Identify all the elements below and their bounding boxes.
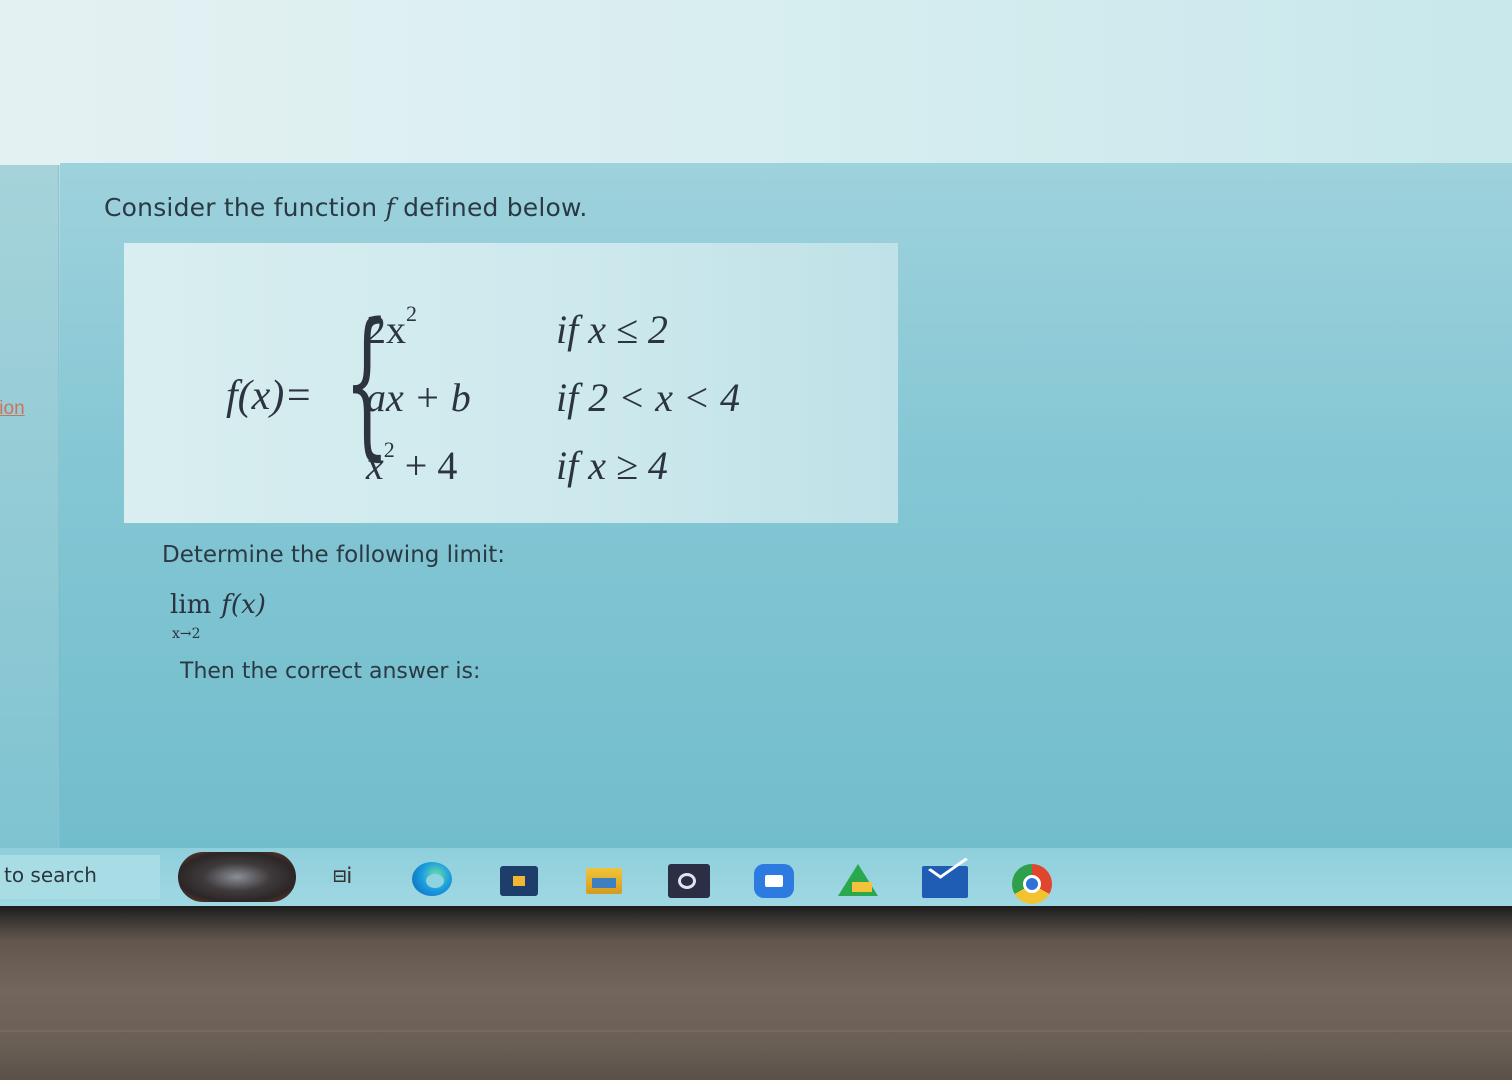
case-3-condition: if x ≥ 4 xyxy=(556,443,668,488)
case-2-expression: ax + b xyxy=(366,375,471,420)
case-1-condition: if x ≤ 2 xyxy=(556,307,668,352)
sidebar-link[interactable]: tion xyxy=(0,398,25,420)
monitor-bezel xyxy=(0,906,1512,1080)
drive-icon[interactable] xyxy=(838,864,878,896)
chrome-icon[interactable] xyxy=(1012,864,1052,904)
store-icon[interactable] xyxy=(500,866,538,896)
top-glare xyxy=(0,0,1512,165)
zoom-icon[interactable] xyxy=(754,864,794,898)
case-1-expression: 2x2 xyxy=(366,300,417,353)
case-3-expression: x2 + 4 xyxy=(366,436,458,489)
intro-function-var: f xyxy=(385,193,395,222)
intro-before: Consider the function xyxy=(104,193,386,222)
taskbar-search-text[interactable]: to search xyxy=(4,863,97,887)
file-explorer-icon[interactable] xyxy=(586,868,622,894)
task-view-icon[interactable]: ⊟ⅰ xyxy=(333,866,359,888)
function-label: f(x)= xyxy=(226,373,313,419)
answer-prompt: Then the correct answer is: xyxy=(180,659,481,684)
screen: tion Consider the function f defined bel… xyxy=(0,0,1512,915)
bezel-edge xyxy=(0,1030,1512,1032)
limit-expression: lim f(x) x→2 xyxy=(170,590,266,642)
app-icon[interactable] xyxy=(668,864,710,898)
determine-text: Determine the following limit: xyxy=(162,542,506,568)
left-sidebar xyxy=(0,165,59,850)
case-2-condition: if 2 < x < 4 xyxy=(556,375,740,420)
intro-after: defined below. xyxy=(394,193,588,222)
limit-function: f(x) xyxy=(221,590,266,620)
question-intro: Consider the function f defined below. xyxy=(104,193,588,222)
limit-subscript: x→2 xyxy=(172,626,201,642)
search-highlight-icon[interactable] xyxy=(178,852,296,902)
edge-icon[interactable] xyxy=(412,862,452,896)
mail-icon[interactable] xyxy=(922,866,968,898)
limit-word: lim xyxy=(170,590,212,620)
